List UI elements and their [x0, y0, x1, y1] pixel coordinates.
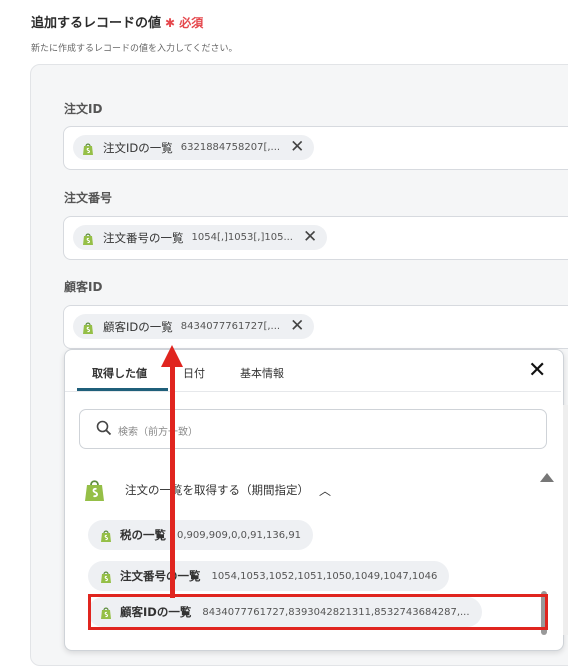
- section-subtitle: 新たに作成するレコードの値を入力してください。: [31, 44, 238, 54]
- section-title-text: 追加するレコードの値: [31, 16, 162, 31]
- item-name: 注文番号の一覧: [120, 569, 201, 583]
- order-id-input[interactable]: 注文IDの一覧 6321884758207[,... ✕: [63, 126, 568, 170]
- search-placeholder: 検索（前方一致）: [118, 427, 198, 438]
- list-item-order-number[interactable]: 注文番号の一覧 1054,1053,1052,1051,1050,1049,10…: [88, 561, 450, 591]
- search-icon: [96, 420, 112, 440]
- customer-id-input[interactable]: 顧客IDの一覧 8434077761727[,... ✕: [63, 305, 568, 349]
- list-item-tax[interactable]: 税の一覧 0,909,909,0,0,91,136,91: [88, 520, 314, 550]
- tab-divider: [65, 391, 561, 392]
- tab-date[interactable]: 日付: [183, 365, 205, 381]
- scroll-up-arrow[interactable]: [540, 473, 554, 482]
- customer-id-chip[interactable]: 顧客IDの一覧 8434077761727[,... ✕: [73, 314, 315, 339]
- shopify-icon: [84, 478, 106, 502]
- chevron-up-icon[interactable]: ︿: [319, 482, 331, 499]
- field-label-order-number: 注文番号: [64, 191, 113, 205]
- chip-value: 8434077761727[,...: [180, 321, 281, 332]
- chip-name: 注文IDの一覧: [103, 140, 173, 155]
- shopify-icon: [82, 141, 94, 155]
- tab-retrieved-values[interactable]: 取得した値: [92, 365, 147, 381]
- item-value: 0,909,909,0,0,91,136,91: [177, 529, 302, 541]
- required-badge: ✱ 必須: [165, 16, 204, 30]
- close-icon[interactable]: ✕: [303, 229, 317, 246]
- background-edge: [563, 405, 568, 635]
- annotation-arrow-head: [161, 345, 183, 367]
- chip-value: 1054[,]1053[,]105...: [191, 232, 293, 243]
- shopify-icon: [82, 231, 94, 245]
- item-value: 1054,1053,1052,1051,1050,1049,1047,1046: [211, 570, 438, 582]
- shopify-icon: [100, 569, 112, 583]
- group-title: 注文の一覧を取得する（期間指定）: [125, 483, 309, 497]
- chip-name: 顧客IDの一覧: [103, 319, 173, 334]
- item-name: 税の一覧: [120, 528, 166, 542]
- order-number-input[interactable]: 注文番号の一覧 1054[,]1053[,]105... ✕: [63, 216, 568, 260]
- tab-basic-info[interactable]: 基本情報: [240, 365, 284, 381]
- field-label-customer-id: 顧客ID: [64, 280, 103, 294]
- section-title: 追加するレコードの値 ✱ 必須: [31, 12, 203, 31]
- annotation-arrow: [170, 362, 175, 598]
- chip-name: 注文番号の一覧: [103, 230, 184, 245]
- search-input[interactable]: 検索（前方一致）: [79, 409, 547, 449]
- highlight-box: [88, 594, 548, 630]
- field-label-order-id: 注文ID: [64, 102, 103, 116]
- shopify-icon: [82, 320, 94, 334]
- order-id-chip[interactable]: 注文IDの一覧 6321884758207[,... ✕: [73, 135, 315, 160]
- active-tab-indicator: [77, 388, 168, 391]
- close-icon[interactable]: ✕: [290, 139, 304, 156]
- chip-value: 6321884758207[,...: [180, 142, 281, 153]
- order-number-chip[interactable]: 注文番号の一覧 1054[,]1053[,]105... ✕: [73, 225, 328, 250]
- group-header[interactable]: 注文の一覧を取得する（期間指定） ︿: [84, 478, 331, 502]
- close-icon[interactable]: ✕: [290, 318, 304, 335]
- shopify-icon: [100, 528, 112, 542]
- close-icon[interactable]: ✕: [528, 360, 546, 382]
